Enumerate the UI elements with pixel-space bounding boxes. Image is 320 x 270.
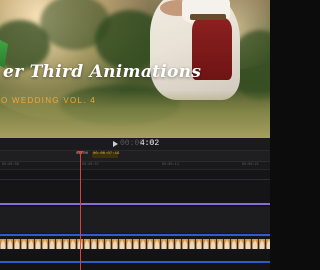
audio-lane-marker: [0, 234, 270, 236]
clip-frame: [154, 239, 161, 249]
playhead[interactable]: [80, 151, 81, 270]
clip-frame: [175, 239, 182, 249]
clip-frame: [266, 239, 270, 249]
clip-frame: [259, 239, 266, 249]
clip-frame: [63, 239, 70, 249]
video-clip-filmstrip[interactable]: [0, 239, 270, 249]
clip-frame: [224, 239, 231, 249]
tick-label: 00:00:14: [162, 163, 179, 167]
clip-frame: [203, 239, 210, 249]
clip-frame: [42, 239, 49, 249]
groom-belt: [190, 14, 226, 20]
video-lane[interactable]: [0, 207, 270, 233]
timeline[interactable]: 00:00 00:00:07:19 00:00:00 00:00:07 00:0…: [0, 151, 270, 270]
clip-frame: [28, 239, 35, 249]
clip-frame: [21, 239, 28, 249]
video-viewer: er Third Animations O WEDDING VOL. 4: [0, 0, 270, 138]
clip-frame: [56, 239, 63, 249]
clip-frame: [168, 239, 175, 249]
lane-divider: [0, 179, 270, 180]
clip-frame: [14, 239, 21, 249]
clip-frame: [49, 239, 56, 249]
clip-frame: [210, 239, 217, 249]
play-icon[interactable]: [113, 141, 118, 147]
clip-frame: [105, 239, 112, 249]
clip-frame: [112, 239, 119, 249]
clip-frame: [245, 239, 252, 249]
clip-frame: [133, 239, 140, 249]
clip-frame: [98, 239, 105, 249]
lower-third-subtitle: O WEDDING VOL. 4: [1, 96, 97, 105]
clip-frame: [35, 239, 42, 249]
lower-third-title: er Third Animations: [3, 62, 202, 82]
timeline-ruler[interactable]: 00:00 00:00:07:19: [0, 151, 270, 162]
tick-label: 00:00:07: [82, 163, 99, 167]
clip-frame: [119, 239, 126, 249]
clip-frame: [84, 239, 91, 249]
tick-label: 00:00:00: [2, 163, 19, 167]
clip-frame: [126, 239, 133, 249]
timecode-display[interactable]: 4:02: [140, 139, 159, 148]
clip-frame: [189, 239, 196, 249]
clip-frame: [231, 239, 238, 249]
clip-frame: [238, 239, 245, 249]
audio-clip-bar[interactable]: [0, 261, 270, 263]
clip-frame: [252, 239, 259, 249]
transport-bar: 00:00:0 4:02: [0, 138, 270, 151]
clip-frame: [91, 239, 98, 249]
clip-frame: [70, 239, 77, 249]
clip-frame: [217, 239, 224, 249]
title-clip-track[interactable]: [0, 203, 270, 205]
clip-frame: [140, 239, 147, 249]
clip-frame: [0, 239, 7, 249]
clip-frame: [147, 239, 154, 249]
ruler-range-label: 00:00:07:19: [93, 152, 120, 156]
tick-label: 00:00:21: [242, 163, 259, 167]
ruler-ticks: 00:00:00 00:00:07 00:00:14 00:00:21: [0, 162, 270, 170]
clip-frame: [196, 239, 203, 249]
clip-frame: [7, 239, 14, 249]
clip-frame: [182, 239, 189, 249]
clip-frame: [161, 239, 168, 249]
